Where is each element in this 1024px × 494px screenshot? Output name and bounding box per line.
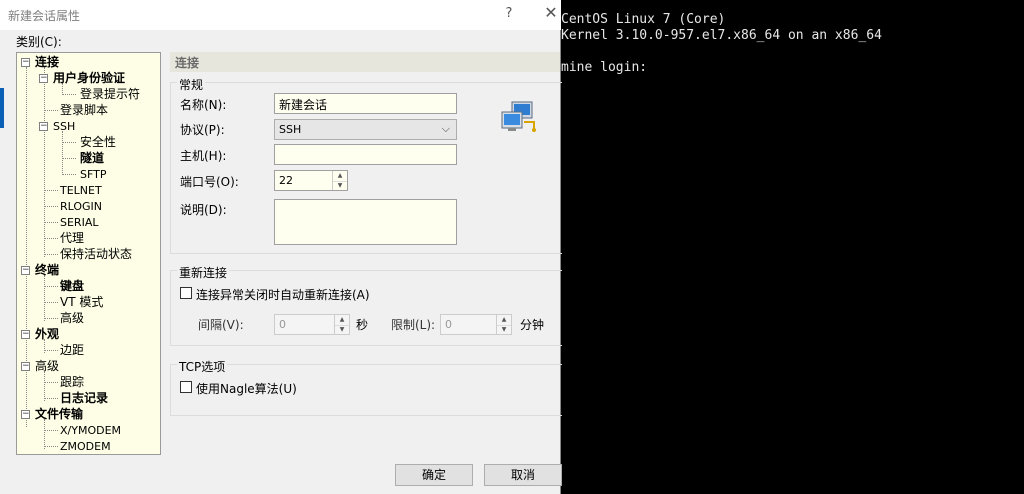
session-properties-dialog: 新建会话属性 ? ✕ 类别(C): − 连接 − 用户身份验证 登录提示符 登录脚本…	[0, 0, 562, 494]
name-label: 名称(N):	[180, 98, 227, 112]
ok-button[interactable]: 确定	[395, 464, 473, 486]
limit-spin-buttons: ▲ ▼	[496, 315, 511, 334]
terminal-prompt: mine login:	[561, 60, 648, 75]
category-tree[interactable]: − 连接 − 用户身份验证 登录提示符 登录脚本 − SSH 安全性 隧道 SFTP …	[16, 52, 161, 455]
tree-item-advanced[interactable]: − 高级	[21, 358, 59, 374]
tree-item-logging[interactable]: 日志记录	[60, 390, 108, 406]
limit-label: 限制(L):	[391, 318, 436, 332]
tree-item-terminal-advanced[interactable]: 高级	[60, 310, 84, 326]
tree-item-terminal[interactable]: − 终端	[21, 262, 59, 278]
description-textarea[interactable]	[274, 199, 457, 245]
close-button[interactable]: ✕	[542, 3, 560, 23]
tree-item-proxy[interactable]: 代理	[60, 230, 84, 246]
port-label: 端口号(O):	[180, 175, 239, 189]
collapse-icon[interactable]: −	[21, 410, 30, 419]
collapse-icon[interactable]: −	[21, 58, 30, 67]
spin-down-icon[interactable]: ▼	[335, 325, 349, 335]
protocol-label: 协议(P):	[180, 123, 225, 137]
tree-item-security[interactable]: 安全性	[80, 134, 116, 150]
tree-item-keyboard[interactable]: 键盘	[60, 278, 84, 294]
tree-item-trace[interactable]: 跟踪	[60, 374, 84, 390]
network-computers-icon	[501, 101, 536, 132]
panel-title: 连接	[175, 56, 200, 70]
port-value: 22	[279, 174, 293, 187]
protocol-select[interactable]: SSH ⌵	[274, 119, 457, 140]
collapse-icon[interactable]: −	[39, 74, 48, 83]
host-label: 主机(H):	[180, 149, 227, 163]
tree-item-authentication[interactable]: − 用户身份验证	[39, 70, 125, 86]
tree-item-login-script[interactable]: 登录脚本	[60, 102, 108, 118]
reconnect-group-title: 重新连接	[177, 264, 230, 281]
tree-item-vt-mode[interactable]: VT 模式	[60, 294, 103, 310]
tree-item-margins[interactable]: 边距	[60, 342, 84, 358]
protocol-value: SSH	[279, 123, 302, 136]
tree-item-keep-alive[interactable]: 保持活动状态	[60, 246, 132, 262]
limit-value: 0	[445, 318, 452, 331]
terminal-line: Kernel 3.10.0-957.el7.x86_64 on an x86_6…	[561, 28, 882, 43]
nagle-checkbox[interactable]	[180, 381, 192, 393]
terminal-output[interactable]: CentOS Linux 7 (Core) Kernel 3.10.0-957.e…	[561, 12, 882, 76]
host-input[interactable]	[274, 144, 457, 165]
help-button[interactable]: ?	[502, 6, 516, 22]
chevron-down-icon: ⌵	[441, 122, 450, 135]
collapse-icon[interactable]: −	[21, 330, 30, 339]
interval-spinner[interactable]: 0 ▲ ▼	[274, 314, 350, 335]
window-title: 新建会话属性	[8, 9, 81, 23]
port-spin-buttons: ▲ ▼	[332, 171, 347, 190]
interval-label: 间隔(V):	[198, 318, 244, 332]
auto-reconnect-label: 连接异常关闭时自动重新连接(A)	[196, 288, 370, 302]
name-input[interactable]: 新建会话	[274, 93, 457, 114]
tree-item-telnet[interactable]: TELNET	[60, 182, 102, 198]
tree-item-tunneling[interactable]: 隧道	[80, 150, 104, 166]
panel-header: 连接	[170, 52, 560, 72]
tree-item-xymodem[interactable]: X/YMODEM	[60, 422, 121, 438]
title-bar: 新建会话属性 ? ✕	[0, 0, 561, 30]
limit-unit: 分钟	[520, 318, 545, 332]
limit-spinner[interactable]: 0 ▲ ▼	[440, 314, 512, 335]
tcp-group-title: TCP选项	[177, 358, 228, 375]
tree-item-serial[interactable]: SERIAL	[60, 214, 98, 230]
collapse-icon[interactable]: −	[21, 362, 30, 371]
tree-item-connection[interactable]: − 连接	[21, 54, 59, 70]
collapse-icon[interactable]: −	[39, 122, 48, 131]
collapse-icon[interactable]: −	[21, 266, 30, 275]
tree-item-ssh[interactable]: − SSH	[39, 118, 75, 134]
description-label: 说明(D):	[180, 203, 227, 217]
window-edge-accent	[0, 88, 4, 128]
tree-item-zmodem[interactable]: ZMODEM	[60, 438, 111, 454]
auto-reconnect-checkbox[interactable]	[180, 287, 192, 299]
tree-item-rlogin[interactable]: RLOGIN	[60, 198, 102, 214]
tree-item-file-transfer[interactable]: − 文件传输	[21, 406, 83, 422]
interval-unit: 秒	[356, 318, 369, 332]
nagle-label: 使用Nagle算法(U)	[196, 382, 297, 396]
general-group-title: 常规	[177, 76, 206, 93]
interval-value: 0	[279, 318, 286, 331]
terminal-line: CentOS Linux 7 (Core)	[561, 12, 726, 27]
tree-item-login-prompts[interactable]: 登录提示符	[80, 86, 140, 102]
port-spinner[interactable]: 22 ▲ ▼	[274, 170, 348, 191]
interval-spin-buttons: ▲ ▼	[334, 315, 349, 334]
cancel-button[interactable]: 取消	[484, 464, 562, 486]
spin-down-icon[interactable]: ▼	[333, 181, 347, 191]
category-label: 类别(C):	[16, 35, 62, 49]
tree-item-appearance[interactable]: − 外观	[21, 326, 59, 342]
spin-down-icon[interactable]: ▼	[497, 325, 511, 335]
tree-item-sftp[interactable]: SFTP	[80, 166, 106, 182]
